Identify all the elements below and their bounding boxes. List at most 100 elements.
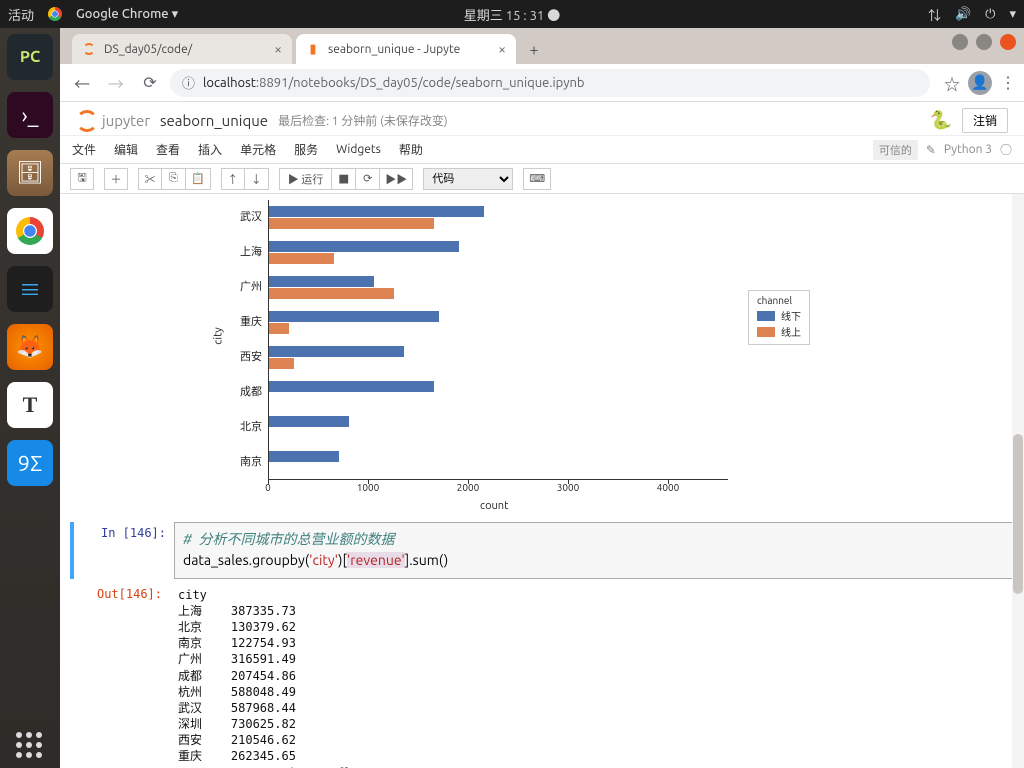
launcher-text-editor[interactable]: T xyxy=(7,382,53,428)
chart-category-label: 上海 xyxy=(180,243,262,259)
tab-strip: DS_day05/code/ × ▮ seaborn_unique - Jupy… xyxy=(60,28,1024,64)
launcher-files[interactable]: 🗄 xyxy=(7,150,53,196)
volume-icon[interactable]: 🔊 xyxy=(955,7,971,22)
nav-forward-button[interactable]: → xyxy=(102,69,130,97)
cut-button[interactable]: ✂ xyxy=(138,168,162,190)
menu-file[interactable]: 文件 xyxy=(72,141,96,158)
ubuntu-launcher: PC ›_ 🗄 ≡ 🦊 T 9ʃ xyxy=(0,28,60,768)
bookmark-star-icon[interactable]: ☆ xyxy=(944,71,960,95)
menu-help[interactable]: 帮助 xyxy=(399,141,423,158)
interrupt-button[interactable]: ■ xyxy=(332,168,356,190)
chart-bar xyxy=(269,276,374,287)
notebook-favicon-icon: ▮ xyxy=(306,42,320,56)
clock[interactable]: 星期三 15 : 31 ● xyxy=(464,5,560,24)
jupyter-toolbar: 🖫 ＋ ✂ ⎘ 📋 ↑ ↓ ▶ 运行 ■ ⟳ ▶▶ 代码 ⌨ xyxy=(60,164,1024,194)
save-button[interactable]: 🖫 xyxy=(70,168,94,190)
window-minimize-button[interactable] xyxy=(952,34,968,50)
url-input[interactable]: ⓘ localhost:8891/notebooks/DS_day05/code… xyxy=(170,69,930,97)
chrome-window: DS_day05/code/ × ▮ seaborn_unique - Jupy… xyxy=(60,28,1024,768)
output-cell-146: Out[146]: city 上海 387335.73 北京 130379.62… xyxy=(70,583,1014,768)
run-button[interactable]: ▶ 运行 xyxy=(279,168,333,190)
chart-bar xyxy=(269,358,294,369)
chart-category-label: 南京 xyxy=(180,453,262,469)
jupyter-menubar: 文件 编辑 查看 插入 单元格 服务 Widgets 帮助 可信的 ✎ Pyth… xyxy=(60,136,1024,164)
tab-close-icon[interactable]: × xyxy=(498,41,506,57)
window-maximize-button[interactable] xyxy=(976,34,992,50)
jupyter-header: jupyter seaborn_unique 最后检查: 1 分钟前 (未保存改… xyxy=(60,102,1024,136)
kernel-status-icon: ○ xyxy=(1000,141,1012,158)
launcher-terminal[interactable]: ›_ xyxy=(7,92,53,138)
system-menu-icon[interactable]: ▾ xyxy=(1009,7,1016,22)
chrome-menu-icon[interactable]: ⋮ xyxy=(1000,73,1016,92)
ubuntu-top-bar: 活动 Google Chrome ▾ 星期三 15 : 31 ● ⇅ 🔊 ⏻ ▾ xyxy=(0,0,1024,28)
code-cell-146[interactable]: In [146]: # 分析不同城市的总营业额的数据 data_sales.gr… xyxy=(70,522,1014,579)
chart-bar xyxy=(269,346,404,357)
address-bar: ← → ⟳ ⓘ localhost:8891/notebooks/DS_day0… xyxy=(60,64,1024,102)
menu-edit[interactable]: 编辑 xyxy=(114,141,138,158)
trusted-indicator[interactable]: 可信的 xyxy=(873,140,918,160)
chart-legend: channel 线下 线上 xyxy=(748,290,810,345)
chart-bar xyxy=(269,311,439,322)
notebook-name[interactable]: seaborn_unique xyxy=(160,112,268,129)
menu-view[interactable]: 查看 xyxy=(156,141,180,158)
menu-kernel[interactable]: 服务 xyxy=(294,141,318,158)
kernel-name[interactable]: Python 3 xyxy=(944,143,992,156)
menu-cell[interactable]: 单元格 xyxy=(240,141,276,158)
output-prompt: Out[146]: xyxy=(70,583,170,768)
launcher-firefox[interactable]: 🦊 xyxy=(7,324,53,370)
copy-button[interactable]: ⎘ xyxy=(162,168,186,190)
jupyter-favicon-icon xyxy=(82,42,96,56)
tab-close-icon[interactable]: × xyxy=(274,41,282,57)
nav-back-button[interactable]: ← xyxy=(68,69,96,97)
site-info-icon[interactable]: ⓘ xyxy=(182,73,195,92)
paste-button[interactable]: 📋 xyxy=(186,168,211,190)
move-up-button[interactable]: ↑ xyxy=(221,168,245,190)
profile-avatar-icon[interactable]: 👤 xyxy=(968,71,992,95)
menu-widgets[interactable]: Widgets xyxy=(336,143,381,156)
launcher-chrome[interactable] xyxy=(7,208,53,254)
move-down-button[interactable]: ↓ xyxy=(245,168,269,190)
launcher-vscode[interactable]: ≡ xyxy=(7,266,53,312)
chart-category-label: 成都 xyxy=(180,383,262,399)
network-icon[interactable]: ⇅ xyxy=(928,5,941,24)
show-applications-button[interactable] xyxy=(16,732,42,758)
output-text: city 上海 387335.73 北京 130379.62 南京 122754… xyxy=(170,583,1014,768)
chart-category-label: 广州 xyxy=(180,278,262,294)
nav-reload-button[interactable]: ⟳ xyxy=(136,69,164,97)
menu-insert[interactable]: 插入 xyxy=(198,141,222,158)
activities-button[interactable]: 活动 xyxy=(8,5,34,24)
power-icon[interactable]: ⏻ xyxy=(985,7,995,22)
chart-ylabel: city xyxy=(213,327,225,344)
chart-bar xyxy=(269,206,484,217)
active-app-name[interactable]: Google Chrome ▾ xyxy=(76,7,178,22)
jupyter-logo[interactable]: jupyter xyxy=(76,110,150,132)
chart-category-label: 武汉 xyxy=(180,208,262,224)
python-logo-icon: 🐍 xyxy=(930,110,952,131)
browser-tab-2[interactable]: ▮ seaborn_unique - Jupyte × xyxy=(296,34,516,64)
chart-bar xyxy=(269,253,334,264)
code-input[interactable]: # 分析不同城市的总营业额的数据 data_sales.groupby('cit… xyxy=(174,522,1014,579)
checkpoint-status: 最后检查: 1 分钟前 (未保存改变) xyxy=(278,112,448,129)
launcher-pycharm[interactable]: PC xyxy=(7,34,53,80)
tab-title: DS_day05/code/ xyxy=(104,43,192,56)
chart-category-label: 北京 xyxy=(180,418,262,434)
chart-bar xyxy=(269,416,349,427)
window-close-button[interactable] xyxy=(1000,34,1016,50)
restart-button[interactable]: ⟳ xyxy=(356,168,380,190)
edit-mode-icon[interactable]: ✎ xyxy=(926,143,936,157)
chart-bar xyxy=(269,323,289,334)
launcher-help[interactable]: 9ʃ xyxy=(7,440,53,486)
scroll-thumb[interactable] xyxy=(1013,434,1023,594)
input-prompt: In [146]: xyxy=(74,522,174,579)
insert-cell-button[interactable]: ＋ xyxy=(104,168,128,190)
chart-bar xyxy=(269,218,434,229)
jupyter-logo-icon xyxy=(76,110,98,132)
restart-run-all-button[interactable]: ▶▶ xyxy=(380,168,413,190)
command-palette-button[interactable]: ⌨ xyxy=(523,168,551,190)
new-tab-button[interactable]: + xyxy=(520,36,548,64)
logout-button[interactable]: 注销 xyxy=(962,108,1008,133)
scrollbar[interactable] xyxy=(1012,194,1024,768)
chart-xlabel: count xyxy=(480,500,508,512)
browser-tab-1[interactable]: DS_day05/code/ × xyxy=(72,34,292,64)
cell-type-select[interactable]: 代码 xyxy=(423,168,513,190)
